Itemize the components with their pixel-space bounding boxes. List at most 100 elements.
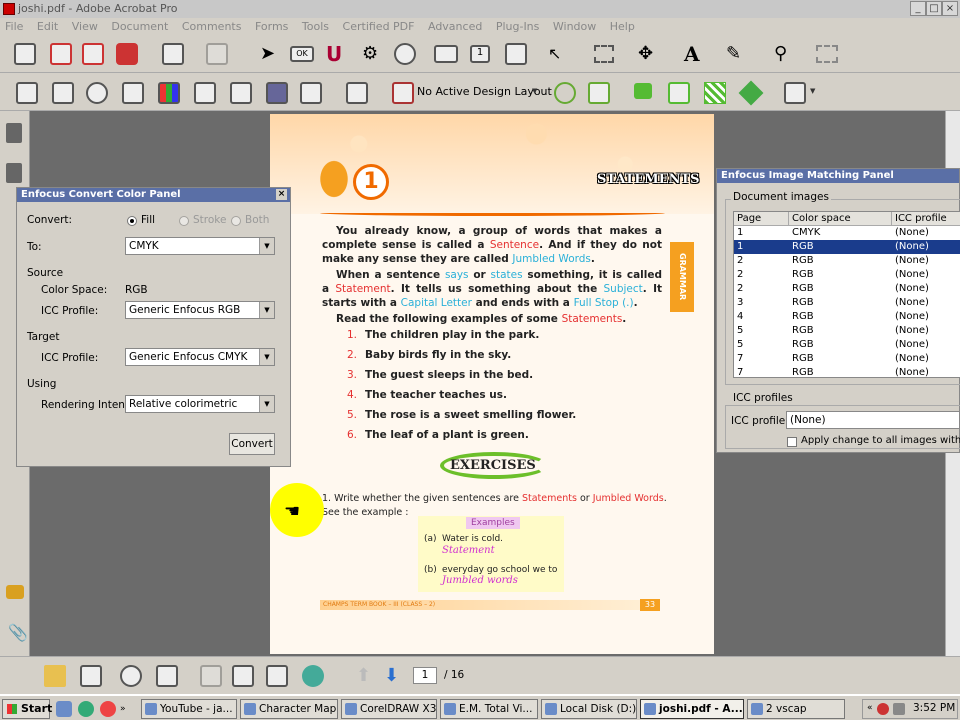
minimize-button[interactable]: _ xyxy=(910,1,926,16)
select-arrow-icon[interactable]: ➤ xyxy=(260,43,282,65)
quick-launch-icon[interactable] xyxy=(56,701,72,717)
table-row[interactable]: 4 RGB (None) xyxy=(734,310,960,324)
volume-icon[interactable] xyxy=(893,703,905,715)
color-icon[interactable] xyxy=(158,82,180,104)
chevron-down-icon[interactable]: ▼ xyxy=(259,349,274,365)
frame-icon[interactable] xyxy=(588,82,610,104)
print-icon[interactable] xyxy=(194,82,216,104)
page-number-icon[interactable]: 1 xyxy=(470,45,490,63)
pages-icon[interactable] xyxy=(6,123,22,143)
email-icon[interactable] xyxy=(120,665,142,687)
menu-certified-pdf[interactable]: Certified PDF xyxy=(338,18,420,35)
preflight-icon[interactable] xyxy=(16,82,38,104)
apply-all-checkbox[interactable] xyxy=(787,437,797,447)
convert-button[interactable]: Convert xyxy=(229,433,275,455)
save-icon[interactable] xyxy=(156,665,178,687)
table-row[interactable]: 7 RGB (None) xyxy=(734,366,960,377)
globe-icon[interactable] xyxy=(302,665,324,687)
settings-icon[interactable] xyxy=(122,82,144,104)
menu-advanced[interactable]: Advanced xyxy=(423,18,487,35)
fill-radio[interactable] xyxy=(127,216,137,226)
task-local-disk[interactable]: Local Disk (D:) xyxy=(541,699,637,719)
menu-plugins[interactable]: Plug-Ins xyxy=(491,18,545,35)
task-character-map[interactable]: Character Map xyxy=(240,699,338,719)
create-pdf-icon[interactable] xyxy=(14,43,36,65)
table-row-selected[interactable]: 1 RGB (None) xyxy=(734,240,960,254)
table-row[interactable]: 1 CMYK (None) xyxy=(734,226,960,240)
mail-icon[interactable] xyxy=(668,82,690,104)
chevron-right-icon[interactable]: » xyxy=(120,704,142,720)
disabled-tool-icon[interactable] xyxy=(200,665,222,687)
chevron-down-icon[interactable]: ▼ xyxy=(810,87,815,95)
check-icon[interactable] xyxy=(52,82,74,104)
camera-icon[interactable] xyxy=(266,82,288,104)
chrome-icon[interactable] xyxy=(100,701,116,717)
table-row[interactable]: 7 RGB (None) xyxy=(734,352,960,366)
rendering-intent-select[interactable]: Relative colorimetric ▼ xyxy=(125,395,275,413)
sign-icon[interactable] xyxy=(162,43,184,65)
document-icon[interactable] xyxy=(232,665,254,687)
magnet-icon[interactable]: U xyxy=(326,43,348,65)
text-field-icon[interactable] xyxy=(434,45,458,63)
chevron-down-icon[interactable]: ▼ xyxy=(259,302,274,318)
table-row[interactable]: 2 RGB (None) xyxy=(734,254,960,268)
panel-title-bar[interactable]: Enfocus Convert Color Panel × xyxy=(17,188,290,202)
source-icc-select[interactable]: Generic Enfocus RGB ▼ xyxy=(125,301,275,319)
previous-page-icon[interactable]: ⬆ xyxy=(356,665,378,687)
edit-form-icon[interactable] xyxy=(505,43,527,65)
stamp-icon[interactable] xyxy=(394,43,416,65)
filter-icon[interactable] xyxy=(346,82,368,104)
task-youtube[interactable]: YouTube - ja... xyxy=(141,699,237,719)
close-button[interactable]: × xyxy=(942,1,958,16)
print-icon[interactable] xyxy=(80,665,102,687)
convert-icon[interactable] xyxy=(230,82,252,104)
move-icon[interactable]: ✥ xyxy=(638,43,660,65)
pattern-icon[interactable] xyxy=(704,82,726,104)
icc-profile-select[interactable]: (None) xyxy=(786,411,960,429)
link-icon[interactable]: ⚙ xyxy=(362,43,384,65)
menu-document[interactable]: Document xyxy=(106,18,173,35)
panel-title-bar[interactable]: Enfocus Image Matching Panel xyxy=(717,169,959,183)
secure-icon[interactable] xyxy=(116,43,138,65)
marquee-icon[interactable] xyxy=(594,45,614,63)
both-radio[interactable] xyxy=(231,216,241,226)
fix-icon[interactable] xyxy=(86,82,108,104)
close-icon[interactable]: × xyxy=(276,189,287,200)
table-row[interactable]: 2 RGB (None) xyxy=(734,268,960,282)
text-tool-icon[interactable]: A xyxy=(684,43,706,65)
to-select[interactable]: CMYK ▼ xyxy=(125,237,275,255)
table-row[interactable]: 3 RGB (None) xyxy=(734,296,960,310)
warning-icon[interactable] xyxy=(300,82,322,104)
stroke-radio[interactable] xyxy=(179,216,189,226)
task-coreldraw[interactable]: CorelDRAW X3 xyxy=(341,699,437,719)
eyedropper-icon[interactable]: ✎ xyxy=(726,43,748,65)
chevron-down-icon[interactable]: ▼ xyxy=(259,238,274,254)
column-header-page[interactable]: Page xyxy=(734,212,789,226)
column-header-icc-profile[interactable]: ICC profile xyxy=(892,212,960,226)
antivirus-icon[interactable] xyxy=(877,703,889,715)
table-row[interactable]: 2 RGB (None) xyxy=(734,282,960,296)
crop-icon[interactable] xyxy=(816,45,838,63)
menu-forms[interactable]: Forms xyxy=(250,18,293,35)
table-row[interactable]: 5 RGB (None) xyxy=(734,338,960,352)
chevron-down-icon[interactable]: ▼ xyxy=(532,87,537,95)
table-row[interactable]: 5 RGB (None) xyxy=(734,324,960,338)
chevron-left-icon[interactable]: « xyxy=(867,703,873,713)
bookmarks-icon[interactable] xyxy=(6,163,22,183)
combine-files-icon[interactable] xyxy=(50,43,72,65)
task-total-video[interactable]: E.M. Total Vi... xyxy=(440,699,538,719)
ok-button-icon[interactable]: OK xyxy=(290,46,314,62)
menu-file[interactable]: File xyxy=(0,18,28,35)
target-icc-select[interactable]: Generic Enfocus CMYK ▼ xyxy=(125,348,275,366)
open-folder-icon[interactable] xyxy=(44,665,66,687)
next-page-icon[interactable]: ⬇ xyxy=(384,665,406,687)
layers-icon[interactable] xyxy=(738,80,764,106)
menu-comments[interactable]: Comments xyxy=(177,18,247,35)
menu-window[interactable]: Window xyxy=(548,18,601,35)
comments-icon[interactable] xyxy=(6,585,24,599)
pointer-tool-icon[interactable]: ↖ xyxy=(548,43,570,65)
column-header-color-space[interactable]: Color space xyxy=(789,212,892,226)
export-icon[interactable] xyxy=(82,43,104,65)
page-number-input[interactable]: 1 xyxy=(413,667,437,684)
design-layout-icon[interactable] xyxy=(392,82,414,104)
